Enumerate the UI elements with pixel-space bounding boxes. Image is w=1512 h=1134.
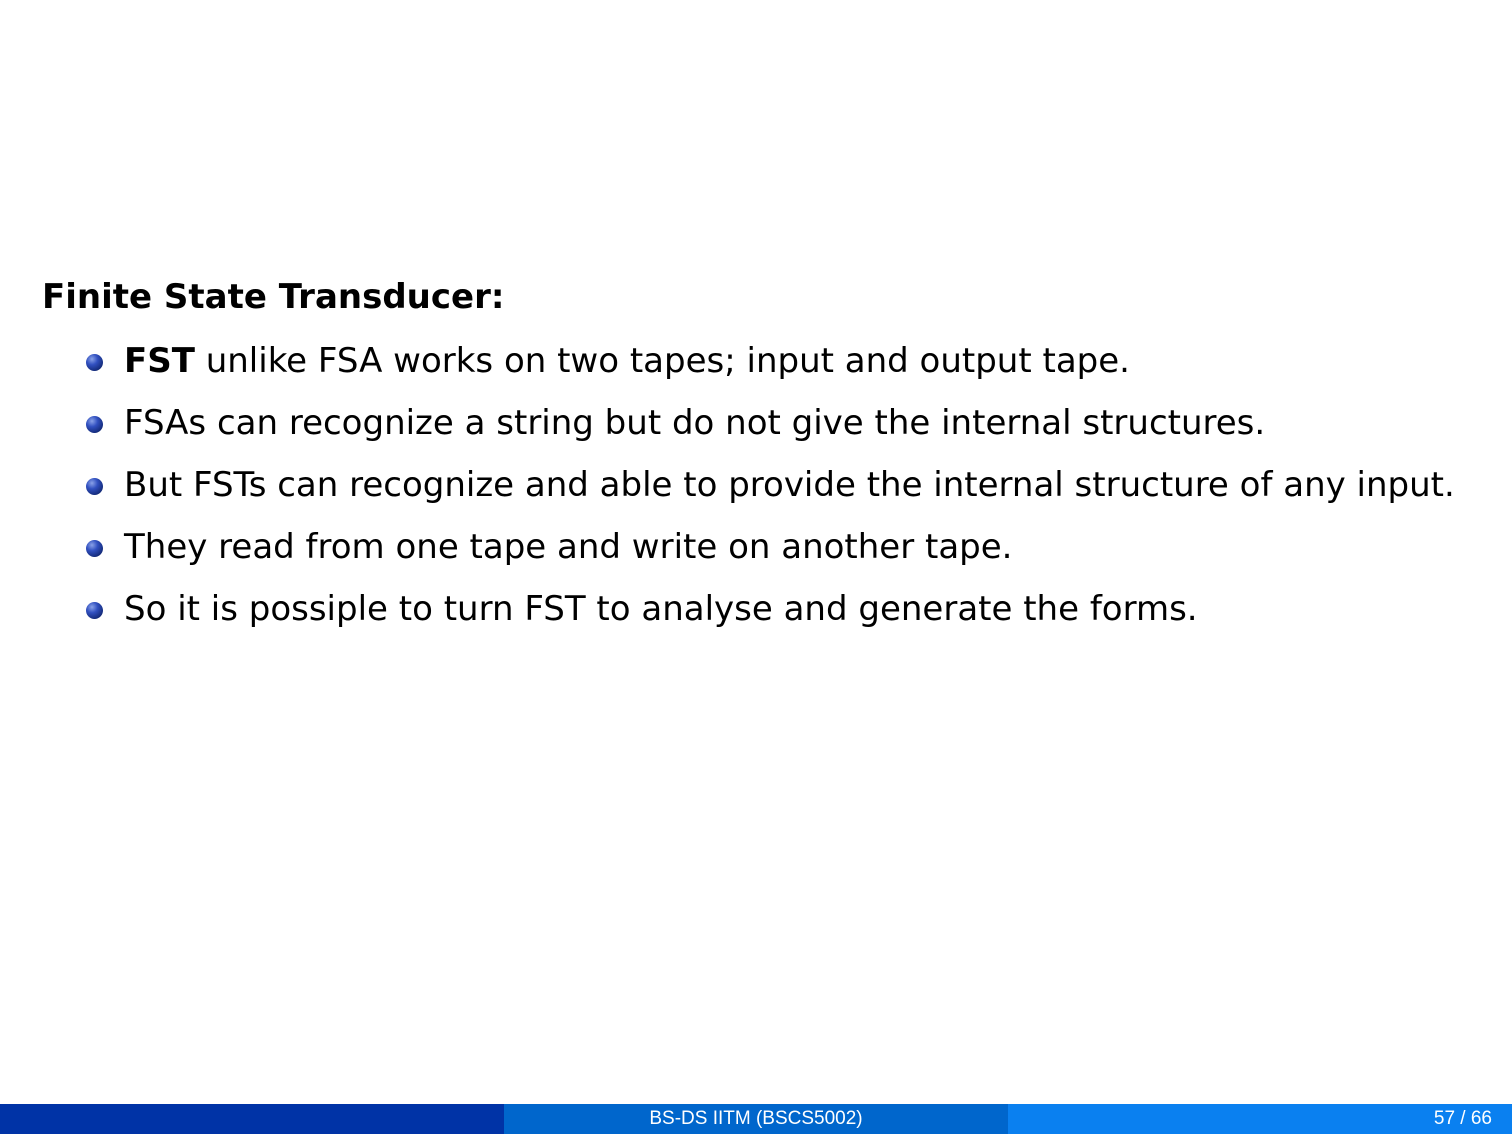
- footer-bar: BS-DS IITM (BSCS5002) 57 / 66: [0, 1104, 1512, 1134]
- bullet-text: They read from one tape and write on ano…: [124, 527, 1013, 567]
- slide: Finite State Transducer: FST unlike FSA …: [0, 0, 1512, 1104]
- bullet-text: But FSTs can recognize and able to provi…: [124, 465, 1455, 505]
- footer-left-segment: [0, 1104, 504, 1134]
- footer-right-segment: 57 / 66: [1008, 1104, 1512, 1134]
- bullet-item: They read from one tape and write on ano…: [42, 522, 1462, 572]
- bullet-text: So it is possiple to turn FST to analyse…: [124, 589, 1198, 629]
- footer-center-segment: BS-DS IITM (BSCS5002): [504, 1104, 1008, 1134]
- footer-title: BS-DS IITM (BSCS5002): [649, 1108, 863, 1129]
- bullet-item: FSAs can recognize a string but do not g…: [42, 398, 1462, 448]
- page-number: 57 / 66: [1433, 1108, 1492, 1129]
- bullet-list: FST unlike FSA works on two tapes; input…: [42, 336, 1462, 634]
- bullet-text: FSAs can recognize a string but do not g…: [124, 403, 1266, 443]
- bullet-ball-icon: [86, 354, 103, 371]
- slide-heading: Finite State Transducer:: [42, 277, 505, 317]
- bullet-ball-icon: [86, 478, 103, 495]
- bullet-item: So it is possiple to turn FST to analyse…: [42, 584, 1462, 634]
- bullet-item: But FSTs can recognize and able to provi…: [42, 460, 1462, 510]
- bullet-text: unlike FSA works on two tapes; input and…: [194, 341, 1130, 381]
- bullet-item: FST unlike FSA works on two tapes; input…: [42, 336, 1462, 386]
- bullet-ball-icon: [86, 540, 103, 557]
- slide-content: Finite State Transducer: FST unlike FSA …: [42, 274, 1462, 646]
- bullet-bold-term: FST: [124, 341, 195, 381]
- bullet-ball-icon: [86, 602, 103, 619]
- bullet-ball-icon: [86, 416, 103, 433]
